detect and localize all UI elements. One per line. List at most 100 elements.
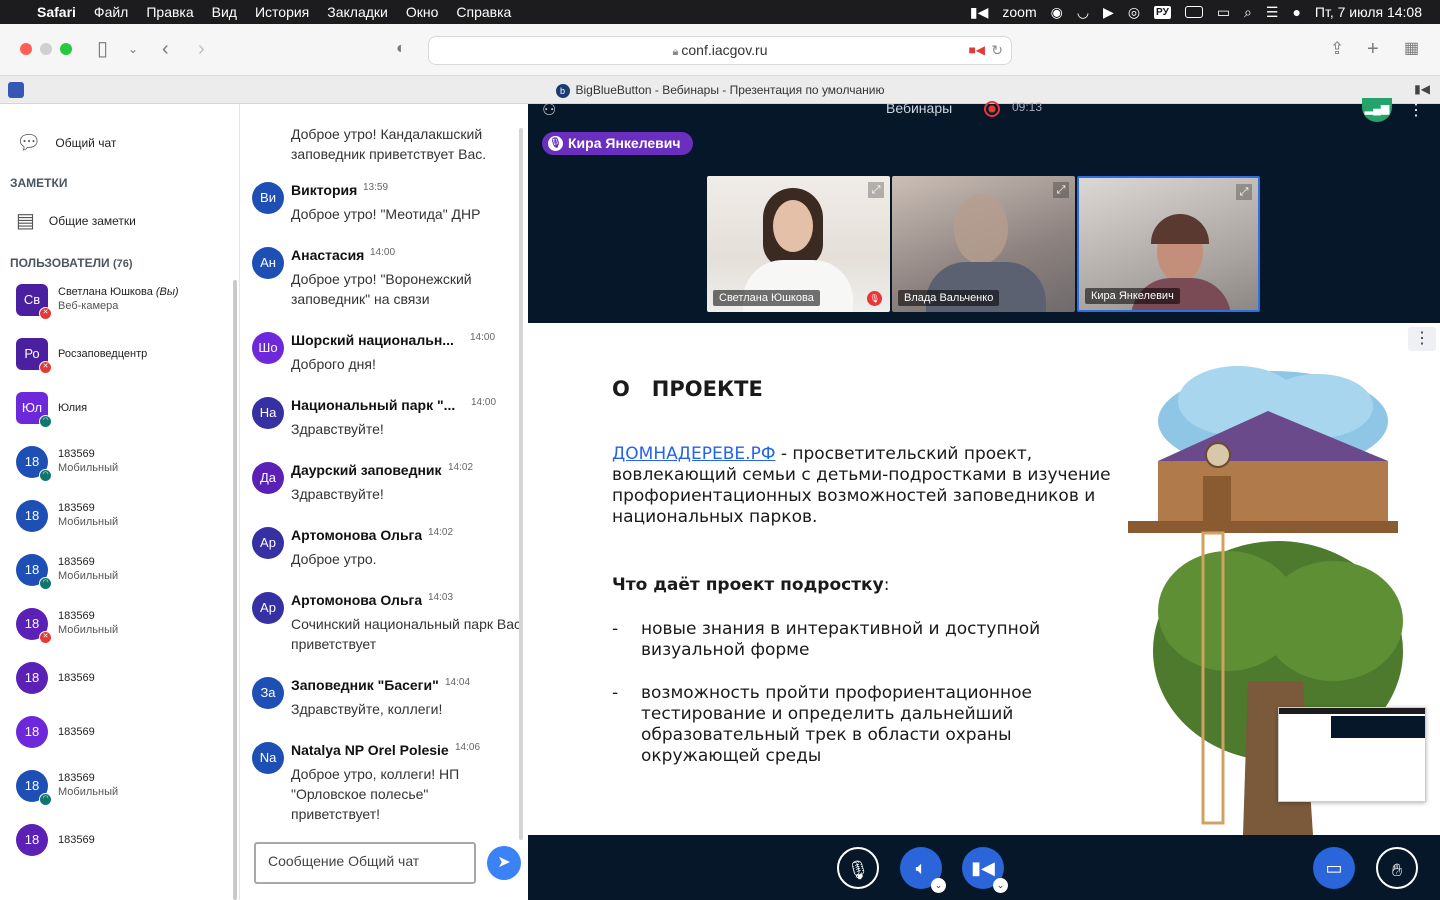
raise-hand-button[interactable]: ✋︎ [1376, 847, 1418, 889]
play-icon[interactable]: ▶ [1103, 4, 1114, 21]
signal-icon[interactable]: ▂▄▆ [1362, 98, 1392, 122]
camera-icon[interactable]: ▮◀ [970, 4, 988, 21]
zoom-status[interactable]: zoom [1002, 4, 1036, 20]
public-chat-item[interactable]: 💬︎ Общий чат [16, 130, 116, 155]
webcam-label[interactable]: Кира Янкелевич [1085, 288, 1180, 304]
webcam-video[interactable]: ⤢ Влада Вальченко [892, 176, 1075, 312]
avatar: Ар [252, 592, 284, 624]
user-name: 183569 [58, 672, 95, 684]
chevron-down-icon[interactable]: ⌄ [931, 878, 946, 893]
webcam-video[interactable]: ⤢ Кира Янкелевич [1077, 176, 1260, 312]
user-list-item[interactable]: 18 183569 [16, 824, 226, 878]
user-list-item[interactable]: 18 183569 Мобильный [16, 500, 226, 554]
user-name-text: Светлана Юшкова [58, 286, 153, 298]
user-list-item[interactable]: Юл ◠ Юлия [16, 392, 226, 446]
camera-recording-icon[interactable]: ■◀ [969, 37, 985, 64]
screen-mirroring-icon[interactable]: ▭ [1217, 4, 1230, 21]
shared-notes-item[interactable]: ▤ Общие заметки [16, 208, 136, 233]
user-name: 183569 [58, 834, 95, 846]
webcam-label[interactable]: Влада Вальченко [898, 290, 1000, 306]
user-list-item[interactable]: 18 ◠ 183569 Мобильный [16, 554, 226, 608]
tabs-icon[interactable]: ▦ [1404, 38, 1419, 60]
minimize-window-button[interactable] [40, 43, 52, 55]
user-status: Мобильный [58, 570, 119, 582]
message-author: Национальный парк "... [291, 397, 456, 413]
user-name-text: 183569 [58, 672, 95, 684]
slide-options-icon[interactable]: ⋮ [1408, 327, 1436, 351]
camera-icon[interactable]: ▮◀ [1414, 82, 1430, 96]
tab-active[interactable]: b BigBlueButton - Вебинары - Презентация … [0, 76, 1440, 104]
user-list-item[interactable]: Ро ✕ Росзаповедцентр [16, 338, 226, 392]
kebab-icon[interactable]: ⋮ [1408, 100, 1424, 120]
send-button[interactable]: ➤ [487, 846, 521, 880]
chevron-down-icon[interactable]: ⌄ [993, 878, 1008, 893]
share-icon[interactable]: ⇪ [1330, 38, 1344, 60]
message-text: Доброго дня! [291, 356, 376, 372]
menu-view[interactable]: Вид [203, 4, 246, 20]
menu-help[interactable]: Справка [447, 4, 520, 20]
avatar: 18 [16, 500, 48, 532]
reload-icon[interactable]: ↻ [991, 37, 1003, 64]
chat-scrollbar[interactable] [519, 128, 523, 840]
user-icon[interactable]: ⚇ [542, 100, 556, 120]
meeting-header: ⚇ Вебинары 09:13 ▂▄▆ ⋮ [528, 98, 1440, 130]
menu-history[interactable]: История [246, 4, 318, 20]
chat-panel: Доброе утро! Кандалакшский заповедник пр… [240, 104, 528, 900]
expand-icon[interactable]: ⤢ [1236, 184, 1252, 200]
status-icon[interactable]: ◉ [1051, 4, 1063, 21]
airdrop-icon[interactable]: ◎ [1128, 4, 1140, 21]
webcam-video[interactable]: ⤢ Светлана Юшкова 🎙︎ [707, 176, 890, 312]
avatar: 18 [16, 662, 48, 694]
user-list-item[interactable]: 18 ✕ 183569 Мобильный [16, 608, 226, 662]
expand-icon[interactable]: ⤢ [868, 182, 884, 198]
search-icon[interactable]: ⌕ [1244, 4, 1252, 21]
sidebar-scrollbar[interactable] [233, 280, 237, 900]
control-center-icon[interactable]: ☰ [1266, 4, 1279, 21]
menu-edit[interactable]: Правка [137, 4, 202, 20]
expand-icon[interactable]: ⤢ [1053, 182, 1069, 198]
screenshare-thumbnail[interactable] [1278, 707, 1426, 802]
menu-safari[interactable]: Safari [28, 4, 85, 20]
mute-button[interactable]: 🎙︎ [837, 847, 879, 889]
screen-share-button[interactable]: ▭ [1313, 847, 1355, 889]
user-status: Веб-камера [58, 300, 119, 312]
message-text: Здравствуйте! [291, 486, 384, 502]
user-list-item[interactable]: 18 183569 [16, 662, 226, 716]
message-text: Здравствуйте, коллеги! [291, 701, 443, 717]
camera-button[interactable]: ▮◀ ⌄ [962, 847, 1008, 893]
user-list-item[interactable]: 18 ◠ 183569 Мобильный [16, 770, 226, 824]
avatar: За [252, 677, 284, 709]
sidebar-toggle-icon[interactable]: ▯ [97, 38, 108, 60]
talking-name: Кира Янкелевич [568, 135, 681, 151]
chat-message-input[interactable]: Сообщение Общий чат [254, 842, 476, 884]
forward-icon[interactable]: › [198, 38, 205, 60]
chevron-down-icon[interactable]: ⌄ [128, 38, 138, 60]
close-window-button[interactable] [20, 43, 32, 55]
hand-icon: ✋︎ [1391, 860, 1403, 880]
user-list-item[interactable]: 18 ◠ 183569 Мобильный [16, 446, 226, 500]
battery-icon[interactable] [1184, 6, 1203, 18]
back-icon[interactable]: ‹ [162, 38, 169, 60]
plus-icon[interactable]: + [1367, 38, 1379, 60]
clock[interactable]: Пт, 7 июля 14:08 [1315, 4, 1422, 20]
user-list-item[interactable]: Св ✕ Светлана Юшкова (Вы) Веб-камера [16, 284, 226, 338]
notes-header: ЗАМЕТКИ [10, 176, 68, 190]
slide-link[interactable]: ДОМНАДЕРЕВЕ.РФ [612, 444, 775, 464]
shield-icon[interactable]: ◐ [396, 38, 406, 60]
address-bar[interactable]: 🔒︎ conf.iacgov.ru ■◀ ↻ [428, 36, 1012, 65]
wifi-icon[interactable]: ◡ [1077, 4, 1089, 21]
menu-window[interactable]: Окно [397, 4, 448, 20]
user-name-text: 183569 [58, 556, 95, 568]
user-list-item[interactable]: 18 183569 [16, 716, 226, 770]
webcam-label[interactable]: Светлана Юшкова [713, 290, 820, 306]
input-language[interactable]: РУ [1154, 5, 1171, 19]
siri-icon[interactable]: ● [1292, 4, 1300, 20]
slide-intro: ДОМНАДЕРЕВЕ.РФ - просветительский проект… [612, 444, 1122, 528]
message-text: Доброе утро, коллеги! НП "Орловское поле… [291, 766, 460, 822]
audio-button[interactable]: 🔈︎ ⌄ [900, 847, 946, 893]
menu-file[interactable]: Файл [85, 4, 137, 20]
user-name: 183569 [58, 502, 95, 514]
zoom-window-button[interactable] [60, 43, 72, 55]
record-icon[interactable] [984, 101, 1000, 117]
menu-bookmarks[interactable]: Закладки [318, 4, 397, 20]
